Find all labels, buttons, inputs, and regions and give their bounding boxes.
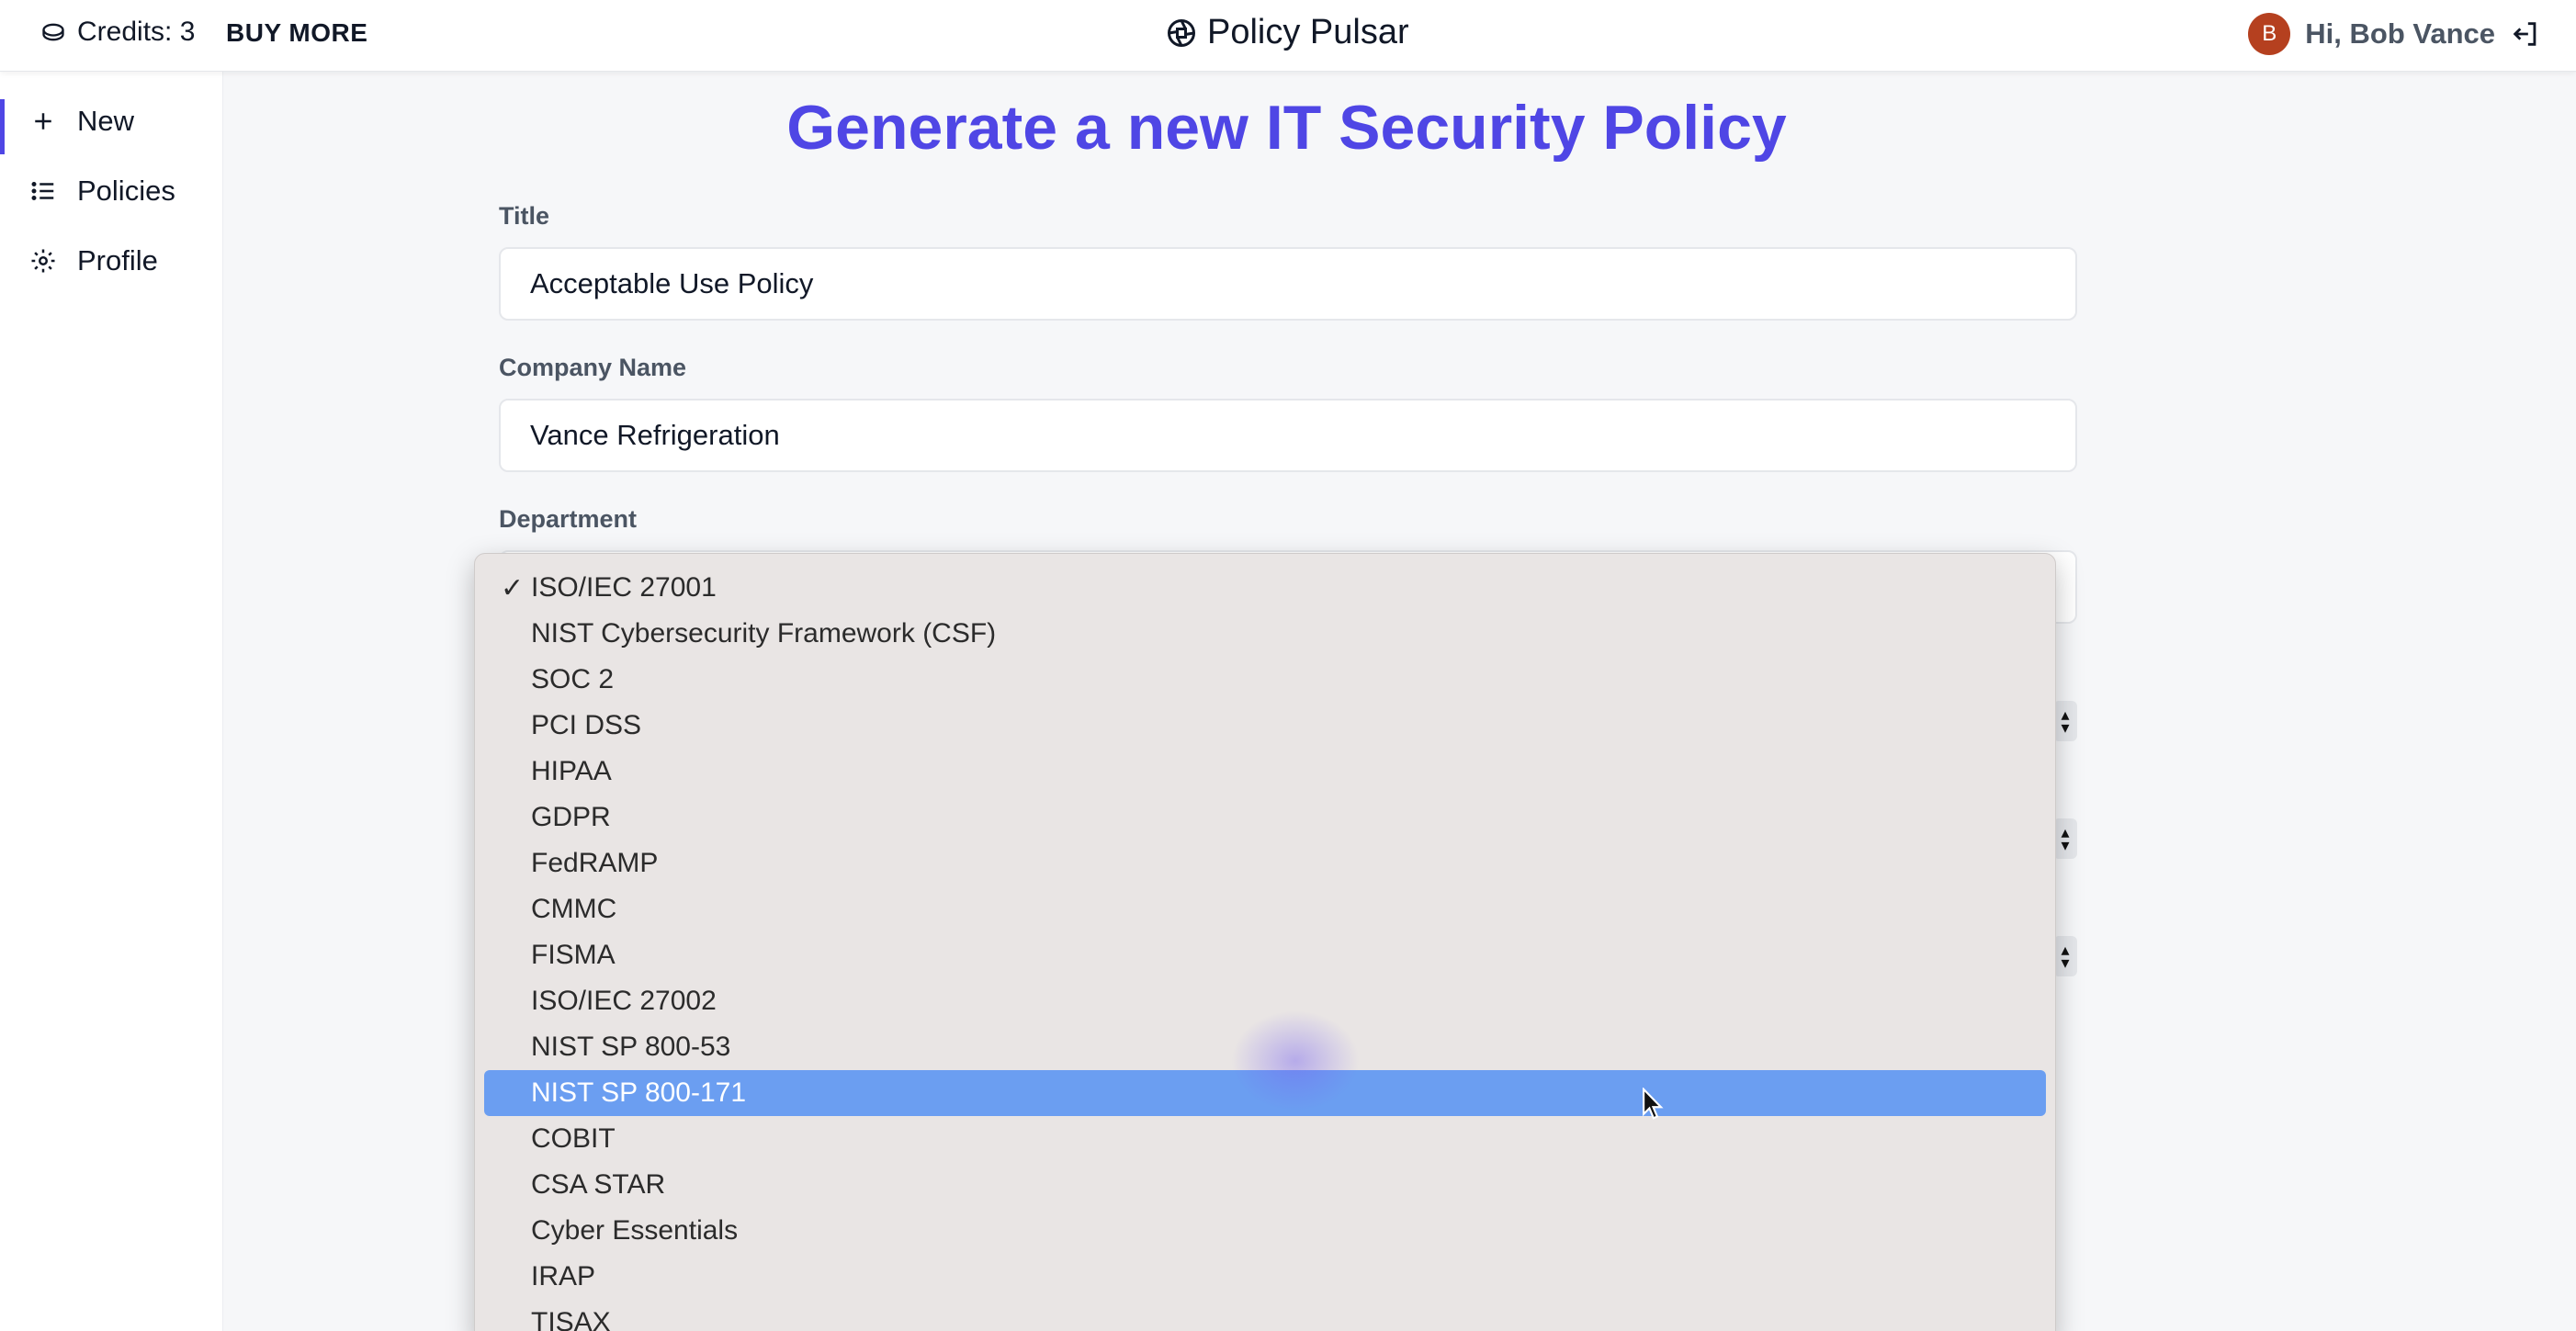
brand-name: Policy Pulsar	[1207, 13, 1409, 51]
dropdown-option[interactable]: FedRAMP	[484, 840, 2046, 886]
dropdown-option[interactable]: COBIT	[484, 1116, 2046, 1162]
option-label: GDPR	[531, 802, 611, 832]
plus-icon	[35, 113, 51, 130]
option-label: NIST SP 800-53	[531, 1032, 731, 1062]
credits-indicator: Credits: 3	[40, 17, 195, 48]
logout-icon[interactable]	[2510, 18, 2541, 50]
option-label: NIST SP 800-171	[531, 1077, 747, 1108]
dropdown-option[interactable]: ISO/IEC 27002	[484, 978, 2046, 1024]
company-name-label: Company Name	[499, 354, 687, 381]
select-arrows-icon: ▴ ▾	[2053, 818, 2077, 859]
sidebar-item-new[interactable]: New	[0, 86, 222, 156]
dropdown-option[interactable]: CSA STAR	[484, 1162, 2046, 1208]
mouse-cursor-icon	[1643, 1088, 1664, 1120]
title-label: Title	[499, 202, 550, 230]
option-label: COBIT	[531, 1123, 616, 1154]
dropdown-option[interactable]: CMMC	[484, 886, 2046, 932]
dropdown-option[interactable]: ✓ ISO/IEC 27001	[484, 565, 2046, 611]
sidebar-item-profile[interactable]: Profile	[0, 226, 222, 296]
dropdown-option[interactable]: Cyber Essentials	[484, 1208, 2046, 1254]
checkmark-icon: ✓	[501, 573, 525, 603]
option-label: ISO/IEC 27002	[531, 986, 717, 1016]
option-label: CSA STAR	[531, 1169, 666, 1200]
aperture-icon	[1168, 18, 1195, 47]
option-label: IRAP	[531, 1261, 596, 1292]
coin-icon	[42, 23, 64, 41]
brand-logo[interactable]: Policy Pulsar	[1165, 13, 1409, 52]
option-label: TISAX	[531, 1307, 611, 1331]
framework-dropdown-list: ✓ ISO/IEC 27001 NIST Cybersecurity Framew…	[474, 553, 2056, 1331]
option-label: Cyber Essentials	[531, 1215, 739, 1246]
option-label: FISMA	[531, 940, 616, 970]
option-label: SOC 2	[531, 664, 615, 694]
dropdown-option[interactable]: NIST SP 800-53	[484, 1024, 2046, 1070]
dropdown-option-highlighted[interactable]: NIST SP 800-171	[484, 1070, 2046, 1116]
company-name-input[interactable]: Vance Refrigeration	[499, 399, 2077, 472]
option-label: NIST Cybersecurity Framework (CSF)	[531, 618, 997, 649]
dropdown-option[interactable]: IRAP	[484, 1254, 2046, 1300]
option-label: ISO/IEC 27001	[531, 572, 717, 603]
top-bar: Credits: 3 BUY MORE Policy Pulsar B Hi, …	[0, 0, 2576, 72]
gear-icon	[31, 249, 55, 273]
title-input[interactable]: Acceptable Use Policy	[499, 247, 2077, 321]
dropdown-option[interactable]: SOC 2	[484, 657, 2046, 703]
dropdown-option[interactable]: PCI DSS	[484, 703, 2046, 749]
option-label: HIPAA	[531, 756, 612, 786]
list-icon	[31, 182, 54, 200]
dropdown-option[interactable]: TISAX	[484, 1300, 2046, 1331]
department-label: Department	[499, 505, 638, 533]
dropdown-option[interactable]: NIST Cybersecurity Framework (CSF)	[484, 611, 2046, 657]
sidebar-item-label: Profile	[77, 244, 158, 276]
option-label: FedRAMP	[531, 848, 659, 878]
option-label: CMMC	[531, 894, 617, 924]
dropdown-option[interactable]: GDPR	[484, 795, 2046, 840]
dropdown-option[interactable]: HIPAA	[484, 749, 2046, 795]
sidebar-item-label: New	[77, 105, 135, 137]
select-arrows-icon: ▴ ▾	[2053, 936, 2077, 976]
user-greeting: Hi, Bob Vance	[2305, 17, 2495, 50]
option-label: PCI DSS	[531, 710, 642, 740]
sidebar-item-label: Policies	[77, 175, 175, 207]
credits-label: Credits: 3	[77, 17, 196, 47]
sidebar: New Policies Profile	[0, 72, 223, 1331]
dropdown-option[interactable]: FISMA	[484, 932, 2046, 978]
select-arrows-icon: ▴ ▾	[2053, 701, 2077, 741]
page-title: Generate a new IT Security Policy	[786, 93, 1787, 163]
user-menu[interactable]: B Hi, Bob Vance	[2248, 13, 2541, 55]
sidebar-item-policies[interactable]: Policies	[0, 156, 222, 226]
avatar[interactable]: B	[2248, 13, 2291, 55]
buy-more-button[interactable]: BUY MORE	[226, 18, 367, 48]
